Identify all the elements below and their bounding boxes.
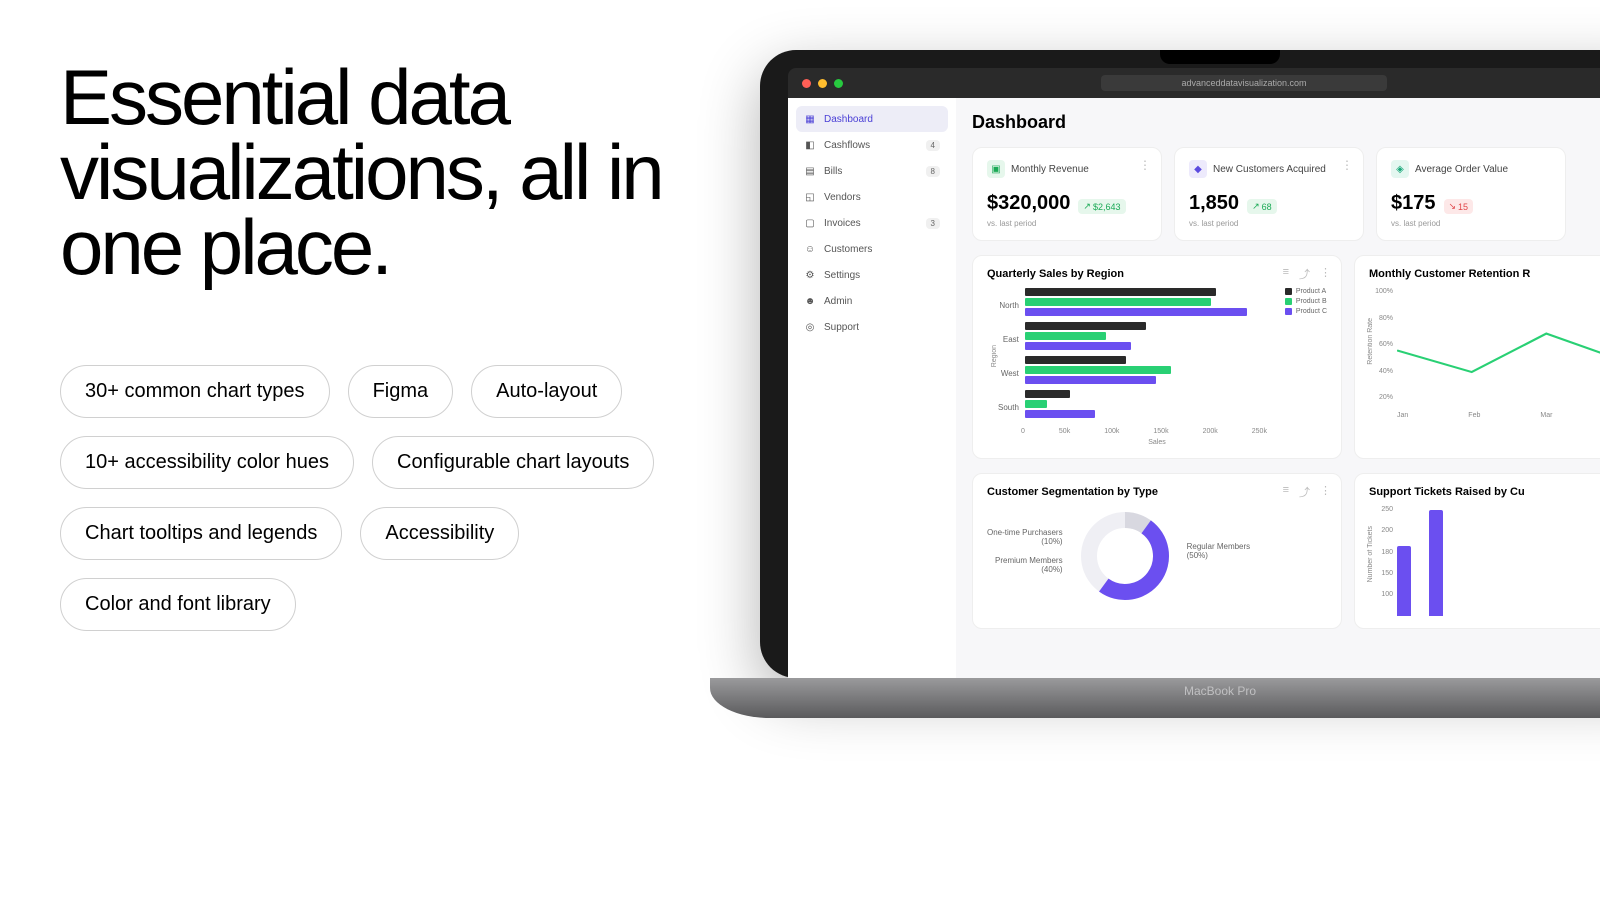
trend-up-badge: ↗ $2,643 <box>1078 199 1125 214</box>
feature-pill: 10+ accessibility color hues <box>60 436 354 489</box>
trend-up-badge: ↗ 68 <box>1247 199 1277 214</box>
laptop-mockup: advanceddatavisualization.com ▦Dashboard… <box>620 50 1600 718</box>
file-icon: ▢ <box>804 217 816 229</box>
browser-chrome: advanceddatavisualization.com <box>788 68 1600 98</box>
count-badge: 8 <box>926 166 940 177</box>
more-icon[interactable]: ⋮ <box>1320 484 1331 500</box>
kpi-subtext: vs. last period <box>987 219 1147 228</box>
kpi-subtext: vs. last period <box>1391 219 1551 228</box>
revenue-icon: ▣ <box>987 160 1005 178</box>
traffic-zoom-icon[interactable] <box>834 79 843 88</box>
more-icon[interactable]: ⋮ <box>1341 158 1353 172</box>
sidebar-item-support[interactable]: ◎Support <box>796 314 948 340</box>
feature-pill: 30+ common chart types <box>60 365 330 418</box>
sidebar-item-admin[interactable]: ☻Admin <box>796 288 948 314</box>
sidebar: ▦Dashboard ◧Cashflows4 ▤Bills8 ◱Vendors … <box>788 98 956 678</box>
bar-chart-plot <box>1397 506 1600 616</box>
slice-label: Premium Members(40%) <box>987 556 1063 574</box>
receipt-icon: ▤ <box>804 165 816 177</box>
more-icon[interactable]: ⋮ <box>1320 266 1331 282</box>
kpi-value: 1,850 <box>1189 192 1239 215</box>
sidebar-item-cashflows[interactable]: ◧Cashflows4 <box>796 132 948 158</box>
address-bar[interactable]: advanceddatavisualization.com <box>1101 75 1386 91</box>
traffic-close-icon[interactable] <box>802 79 811 88</box>
users-icon: ☺ <box>804 243 816 255</box>
page-title: Dashboard <box>972 112 1066 133</box>
feature-pill: Figma <box>348 365 454 418</box>
card-retention: Monthly Customer Retention R 100%80%60%4… <box>1354 255 1600 459</box>
kpi-subtext: vs. last period <box>1189 219 1349 228</box>
grid-icon: ▦ <box>804 113 816 125</box>
share-icon[interactable]: ⤴ <box>1299 484 1310 500</box>
feature-pill: Auto-layout <box>471 365 622 418</box>
card-title: Support Tickets Raised by Cu <box>1369 486 1600 498</box>
laptop-base: MacBook Pro <box>710 678 1600 718</box>
card-tickets: Support Tickets Raised by Cu 25020018015… <box>1354 473 1600 629</box>
feature-pill: Configurable chart layouts <box>372 436 654 489</box>
shield-icon: ☻ <box>804 295 816 307</box>
card-title: Monthly Customer Retention R <box>1369 268 1600 280</box>
laptop-notch <box>1160 50 1280 64</box>
donut-chart <box>1075 506 1175 606</box>
sidebar-item-vendors[interactable]: ◱Vendors <box>796 184 948 210</box>
truck-icon: ◱ <box>804 191 816 203</box>
feature-pill: Accessibility <box>360 507 519 560</box>
kpi-card-customers: ⋮ ◆New Customers Acquired 1,850↗ 68 vs. … <box>1174 147 1364 241</box>
kpi-card-aov: ◈Average Order Value $175↘ 15 vs. last p… <box>1376 147 1566 241</box>
slice-label: One-time Purchasers(10%) <box>987 528 1063 546</box>
kpi-value: $175 <box>1391 192 1436 215</box>
sidebar-item-customers[interactable]: ☺Customers <box>796 236 948 262</box>
list-icon[interactable]: ≡ <box>1283 484 1289 500</box>
card-title: Customer Segmentation by Type <box>987 486 1327 498</box>
card-title: Quarterly Sales by Region <box>987 268 1327 280</box>
share-icon[interactable]: ⤴ <box>1299 266 1310 282</box>
sidebar-item-dashboard[interactable]: ▦Dashboard <box>796 106 948 132</box>
traffic-minimize-icon[interactable] <box>818 79 827 88</box>
count-badge: 3 <box>926 218 940 229</box>
wallet-icon: ◧ <box>804 139 816 151</box>
feature-pill: Chart tooltips and legends <box>60 507 342 560</box>
feature-pill: Color and font library <box>60 578 296 631</box>
count-badge: 4 <box>926 140 940 151</box>
sidebar-item-settings[interactable]: ⚙Settings <box>796 262 948 288</box>
y-axis-label: Number of Tickets <box>1363 526 1374 582</box>
list-icon[interactable]: ≡ <box>1283 266 1289 282</box>
x-axis-label: Sales <box>987 439 1327 446</box>
hero-headline: Essential data visualizations, all in on… <box>60 60 700 285</box>
y-axis-label: Region <box>987 345 998 367</box>
sidebar-item-invoices[interactable]: ▢Invoices3 <box>796 210 948 236</box>
lifebuoy-icon: ◎ <box>804 321 816 333</box>
kpi-card-revenue: ⋮ ▣Monthly Revenue $320,000↗ $2,643 vs. … <box>972 147 1162 241</box>
chart-legend: Product A Product B Product C <box>1285 288 1327 424</box>
line-chart-plot <box>1397 288 1600 408</box>
y-axis-label: Retention Rate <box>1363 318 1374 365</box>
card-quarterly-sales: ≡⤴⋮ Quarterly Sales by Region Region Nor… <box>972 255 1342 459</box>
customers-icon: ◆ <box>1189 160 1207 178</box>
sidebar-item-bills[interactable]: ▤Bills8 <box>796 158 948 184</box>
kpi-value: $320,000 <box>987 192 1070 215</box>
slice-label: Regular Members(50%) <box>1187 542 1251 560</box>
feature-pill-list: 30+ common chart types Figma Auto-layout… <box>60 365 680 631</box>
card-segmentation: ≡ ⤴ ⋮ Customer Segmentation by Type One-ti… <box>972 473 1342 629</box>
bar-chart-plot <box>1025 288 1277 424</box>
more-icon[interactable]: ⋮ <box>1139 158 1151 172</box>
cart-icon: ◈ <box>1391 160 1409 178</box>
gear-icon: ⚙ <box>804 269 816 281</box>
trend-down-badge: ↘ 15 <box>1444 199 1474 214</box>
